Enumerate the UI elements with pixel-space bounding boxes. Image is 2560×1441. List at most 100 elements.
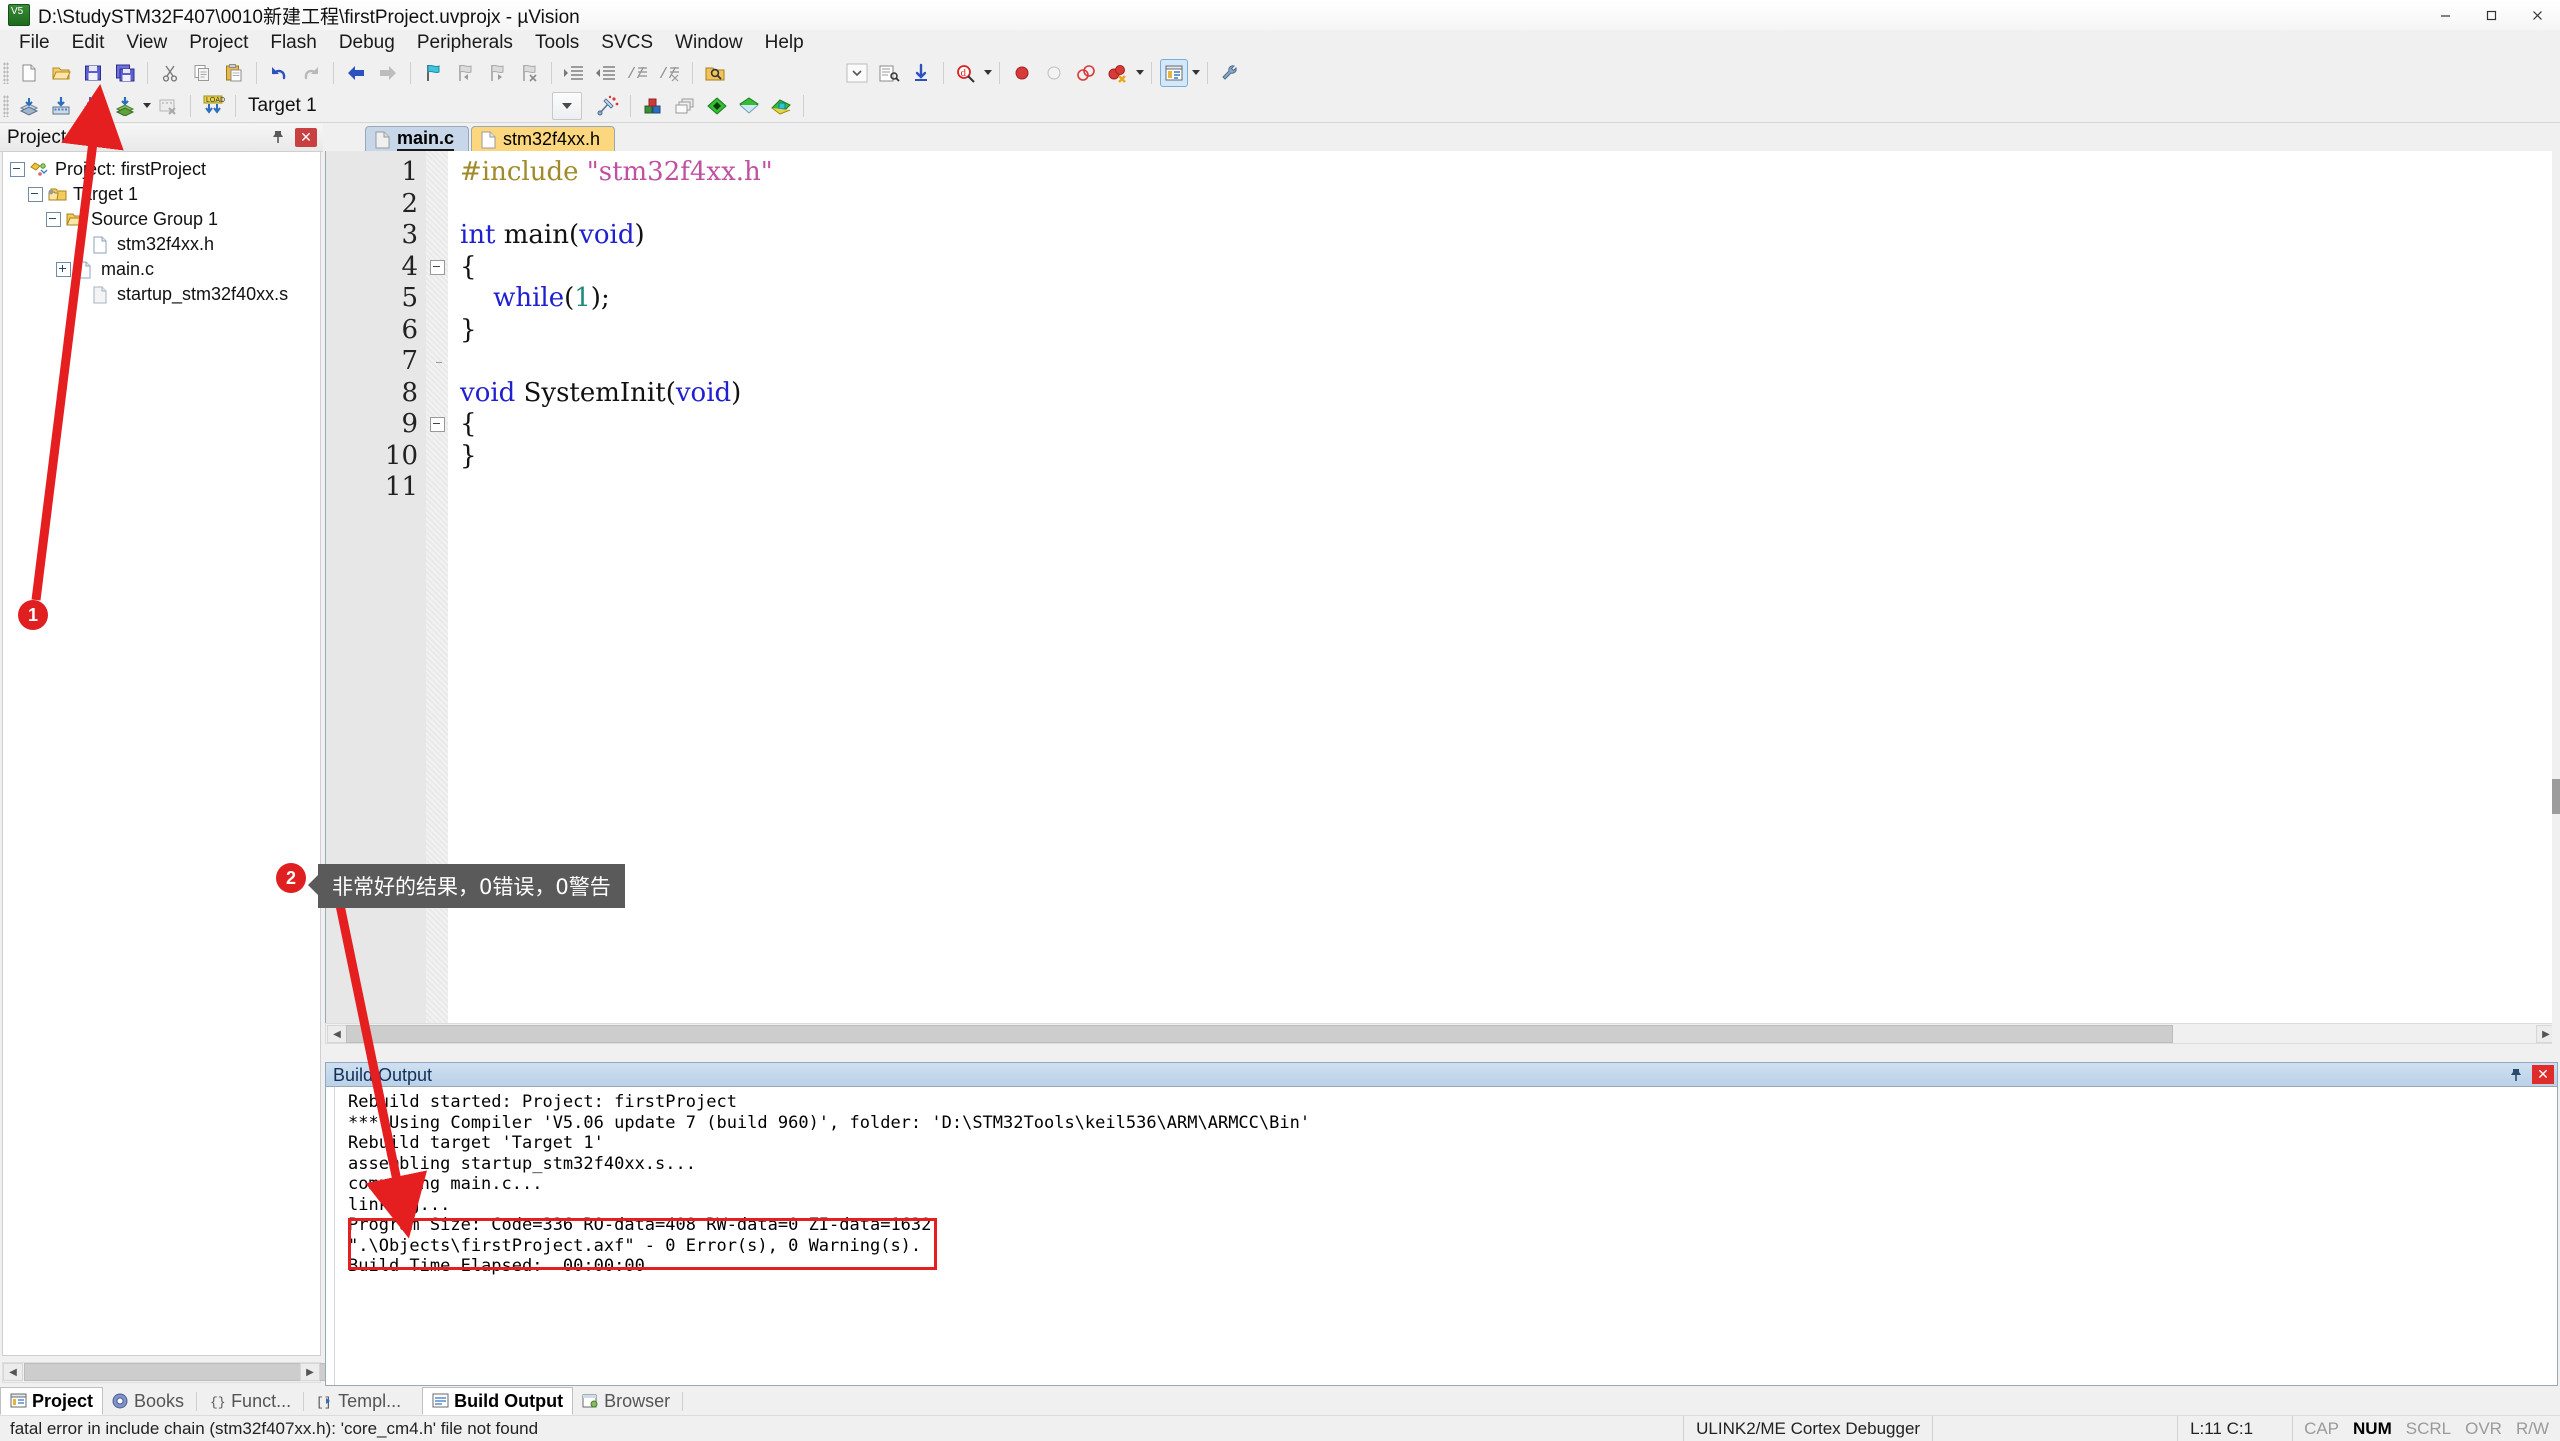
batch-build-icon[interactable]: [111, 92, 139, 120]
scroll-left-arrow-icon[interactable]: ◀: [327, 1025, 347, 1043]
tree-node-project[interactable]: Project: firstProject: [10, 157, 320, 182]
project-hscrollbar[interactable]: ◀ ▶: [2, 1362, 339, 1383]
tree-node-main-c[interactable]: main.c: [10, 257, 320, 282]
pin-icon[interactable]: [2507, 1066, 2525, 1084]
menu-file[interactable]: File: [8, 29, 61, 57]
scroll-left-arrow-icon[interactable]: ◀: [3, 1363, 23, 1381]
scroll-right-arrow-icon[interactable]: ▶: [300, 1363, 320, 1381]
expander-minus-icon[interactable]: [10, 162, 25, 177]
editor-tab-main-c[interactable]: main.c: [365, 126, 470, 152]
comment-icon[interactable]: //: [624, 59, 652, 87]
menu-peripherals[interactable]: Peripherals: [406, 29, 524, 57]
save-icon[interactable]: [79, 59, 107, 87]
project-window-dropdown-caret[interactable]: [1190, 60, 1201, 86]
utilities-icon[interactable]: [1216, 59, 1244, 87]
redo-icon[interactable]: [297, 59, 325, 87]
target-select[interactable]: Target 1: [242, 94, 444, 118]
find-dropdown-caret[interactable]: [982, 60, 993, 86]
menu-project[interactable]: Project: [178, 29, 259, 57]
select-packs-alt-icon[interactable]: [767, 92, 795, 120]
breakpoint-disable-all-icon[interactable]: [1072, 59, 1100, 87]
rebuild-icon[interactable]: [79, 92, 107, 120]
stop-build-icon[interactable]: [154, 92, 182, 120]
editor-tab-stm32f4xx-h[interactable]: stm32f4xx.h: [471, 126, 616, 152]
find-in-files-icon[interactable]: [701, 59, 729, 87]
goto-definition-icon[interactable]: [907, 59, 935, 87]
configure-wizard-icon[interactable]: [875, 59, 903, 87]
menu-help[interactable]: Help: [754, 29, 815, 57]
bottom-tab-books[interactable]: Books: [103, 1388, 193, 1414]
code-editor[interactable]: 1 #include "stm32f4xx.h" 2 3 int main(vo…: [325, 151, 2558, 1024]
bottom-tab-build-output[interactable]: Build Output: [422, 1387, 574, 1415]
new-file-icon[interactable]: [15, 59, 43, 87]
expander-minus-icon[interactable]: [46, 212, 61, 227]
project-window-icon[interactable]: [1160, 58, 1188, 87]
uncomment-icon[interactable]: //: [656, 59, 684, 87]
menu-svcs[interactable]: SVCS: [590, 29, 664, 57]
menu-edit[interactable]: Edit: [61, 29, 116, 57]
menu-tools[interactable]: Tools: [524, 29, 590, 57]
bookmark-next-icon[interactable]: [483, 59, 511, 87]
bookmark-toggle-icon[interactable]: [419, 59, 447, 87]
manage-windows-icon[interactable]: [639, 92, 667, 120]
breakpoint-kill-all-icon[interactable]: [1104, 59, 1132, 87]
tree-node-source-group[interactable]: Source Group 1: [10, 207, 320, 232]
bottom-tab-functions[interactable]: {} Funct...: [200, 1388, 300, 1414]
scrollbar-thumb[interactable]: [24, 1363, 339, 1381]
find-icon[interactable]: d: [952, 59, 980, 87]
breakpoint-disable-icon[interactable]: [1040, 59, 1068, 87]
pack-installer-icon[interactable]: [671, 92, 699, 120]
code-content[interactable]: 1 #include "stm32f4xx.h" 2 3 int main(vo…: [326, 157, 2557, 504]
bookmark-prev-icon[interactable]: [451, 59, 479, 87]
fold-marker-collapse[interactable]: [426, 417, 448, 433]
toolbar-grip[interactable]: [3, 61, 9, 84]
menu-view[interactable]: View: [115, 29, 178, 57]
download-icon[interactable]: LOAD: [199, 92, 227, 120]
translate-icon[interactable]: [15, 92, 43, 120]
project-tree[interactable]: Project: firstProject Target 1 Source Gr…: [2, 151, 321, 1356]
bookmark-clear-icon[interactable]: [515, 59, 543, 87]
minimize-button[interactable]: [2422, 0, 2468, 30]
scrollbar-thumb[interactable]: [2552, 779, 2560, 814]
target-select-caret[interactable]: [552, 91, 582, 120]
paste-icon[interactable]: [220, 59, 248, 87]
menu-window[interactable]: Window: [664, 29, 754, 57]
pin-icon[interactable]: [269, 128, 287, 146]
tree-node-stm32f4xx-h[interactable]: stm32f4xx.h: [10, 232, 320, 257]
tree-node-target[interactable]: Target 1: [10, 182, 320, 207]
expander-plus-icon[interactable]: [56, 262, 71, 277]
cut-icon[interactable]: [156, 59, 184, 87]
close-button[interactable]: [2514, 0, 2560, 30]
menu-flash[interactable]: Flash: [259, 29, 327, 57]
close-icon[interactable]: ✕: [2532, 1065, 2554, 1084]
breakpoint-dropdown-caret[interactable]: [1134, 60, 1145, 86]
build-icon[interactable]: [47, 92, 75, 120]
toolbar-grip[interactable]: [3, 94, 9, 117]
undo-icon[interactable]: [265, 59, 293, 87]
bottom-tab-templates[interactable]: [] Templ...: [307, 1388, 410, 1414]
target-options-icon[interactable]: [594, 92, 622, 120]
copy-icon[interactable]: [188, 59, 216, 87]
scrollbar-thumb[interactable]: [346, 1025, 2173, 1043]
maximize-button[interactable]: [2468, 0, 2514, 30]
navigate-back-icon[interactable]: [342, 59, 370, 87]
dropdown-blank-icon[interactable]: [843, 59, 871, 87]
expander-minus-icon[interactable]: [28, 187, 43, 202]
close-icon[interactable]: ✕: [295, 128, 317, 147]
bottom-tab-browser[interactable]: Browser: [573, 1388, 679, 1414]
fold-marker-collapse[interactable]: [426, 259, 448, 275]
build-output-text[interactable]: Rebuild started: Project: firstProject *…: [325, 1086, 2558, 1386]
breakpoint-icon[interactable]: [1008, 59, 1036, 87]
save-all-icon[interactable]: [111, 59, 139, 87]
bottom-tab-project[interactable]: Project: [0, 1387, 104, 1415]
manage-run-time-icon[interactable]: [703, 92, 731, 120]
batch-build-dropdown-caret[interactable]: [141, 93, 152, 119]
select-software-packs-icon[interactable]: [735, 92, 763, 120]
navigate-forward-icon[interactable]: [374, 59, 402, 87]
editor-hscrollbar[interactable]: ◀ ▶: [325, 1023, 2558, 1044]
tree-node-startup-s[interactable]: startup_stm32f40xx.s: [10, 282, 320, 307]
indent-icon[interactable]: [560, 59, 588, 87]
open-file-icon[interactable]: [47, 59, 75, 87]
menu-debug[interactable]: Debug: [328, 29, 406, 57]
outdent-icon[interactable]: [592, 59, 620, 87]
